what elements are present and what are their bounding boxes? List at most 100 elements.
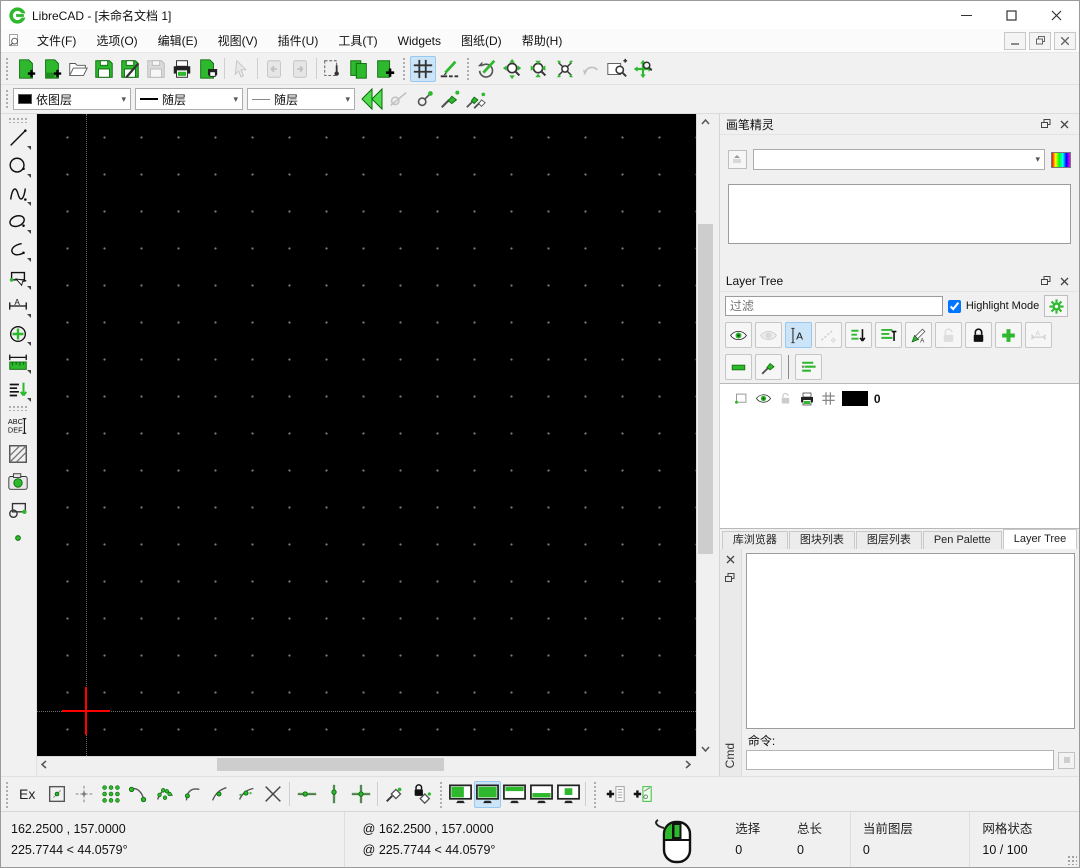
layer-color-swatch[interactable]: [842, 391, 868, 406]
select-tool-button[interactable]: [3, 264, 33, 292]
layer-filter-input[interactable]: [725, 296, 943, 316]
flat-list-mode-button[interactable]: [795, 354, 822, 380]
horizontal-scrollbar[interactable]: [37, 756, 696, 771]
toolbar-drag-handle[interactable]: [592, 780, 598, 807]
layer-name[interactable]: 0: [874, 392, 881, 406]
minimize-button[interactable]: [944, 1, 989, 29]
tab-pen-palette[interactable]: Pen Palette: [923, 531, 1002, 549]
new-from-template-button[interactable]: [39, 56, 65, 82]
layer-lock-icon[interactable]: [778, 391, 793, 406]
pen-wizard-spin-button[interactable]: [728, 150, 747, 169]
tab-layer-tree[interactable]: Layer Tree: [1003, 529, 1078, 549]
tab-layer-list[interactable]: 图层列表: [856, 531, 922, 549]
snap-grid-button[interactable]: [70, 781, 97, 808]
menu-tools[interactable]: 工具(T): [328, 30, 387, 52]
sort-layers-top-button[interactable]: [875, 322, 902, 348]
snap-endpoints-button[interactable]: [124, 781, 151, 808]
mdi-close-button[interactable]: [1054, 32, 1076, 50]
snap-middle-button[interactable]: [205, 781, 232, 808]
zoom-pan-button[interactable]: [630, 56, 656, 82]
resize-grip[interactable]: [1067, 855, 1077, 865]
edit-layer-button[interactable]: [755, 354, 782, 380]
menu-help[interactable]: 帮助(H): [512, 30, 573, 52]
print-button[interactable]: [169, 56, 195, 82]
toolbar-drag-handle[interactable]: [401, 56, 407, 81]
new-document-button[interactable]: [13, 56, 39, 82]
open-button[interactable]: [65, 56, 91, 82]
tab-library-browser[interactable]: 库浏览器: [722, 531, 788, 549]
line-tool-button[interactable]: [3, 124, 33, 152]
menu-view[interactable]: 视图(V): [208, 30, 268, 52]
polyline-tool-button[interactable]: [3, 236, 33, 264]
command-options-button[interactable]: [1058, 752, 1075, 769]
menu-options[interactable]: 选项(O): [86, 30, 147, 52]
back-button[interactable]: [359, 86, 385, 112]
point-tool-button[interactable]: [3, 524, 33, 552]
layer-visible-icon[interactable]: [755, 390, 772, 407]
block-tool-button[interactable]: [3, 496, 33, 524]
kill-all-actions-button[interactable]: [320, 56, 346, 82]
toolbar-drag-handle[interactable]: [4, 88, 10, 110]
remove-layer-button[interactable]: [725, 354, 752, 380]
lock-relative-zero-button[interactable]: [408, 781, 435, 808]
dimension-tool-button[interactable]: A: [3, 292, 33, 320]
layer-list[interactable]: 0: [720, 383, 1079, 529]
snap-center-button[interactable]: [178, 781, 205, 808]
zoom-window-button[interactable]: [604, 56, 630, 82]
toolbar-drag-handle[interactable]: [8, 117, 29, 123]
menu-file[interactable]: 文件(F): [27, 30, 86, 52]
mdi-restore-button[interactable]: [1029, 32, 1051, 50]
restrict-orthogonal-button[interactable]: [347, 781, 374, 808]
grid-toggle-button[interactable]: [410, 56, 436, 82]
float-panel-button[interactable]: [1037, 116, 1055, 132]
dock-right-button[interactable]: [474, 781, 501, 808]
command-input[interactable]: [746, 750, 1054, 770]
close-button[interactable]: [1034, 1, 1079, 29]
menu-widgets[interactable]: Widgets: [388, 30, 451, 52]
vertical-scrollbar[interactable]: [696, 114, 713, 756]
pen-wizard-list[interactable]: [728, 184, 1071, 244]
circle-tool-button[interactable]: [3, 152, 33, 180]
set-relative-zero-button[interactable]: [381, 781, 408, 808]
snap-intersection-button[interactable]: [259, 781, 286, 808]
redraw-button[interactable]: [474, 56, 500, 82]
color-picker-button[interactable]: [1051, 152, 1071, 168]
layer-construction-icon[interactable]: [821, 391, 836, 406]
menu-drawings[interactable]: 图纸(D): [451, 30, 512, 52]
toolbar-drag-handle[interactable]: [4, 56, 10, 81]
rename-layer-button[interactable]: A: [905, 322, 932, 348]
save-button[interactable]: [91, 56, 117, 82]
toolbar-drag-handle[interactable]: [465, 56, 471, 81]
copy-pen-to-multiple-button[interactable]: [463, 86, 489, 112]
close-panel-button[interactable]: [722, 552, 738, 567]
float-panel-button[interactable]: [722, 570, 738, 585]
scroll-down-arrow-icon[interactable]: [697, 741, 714, 756]
linetype-select[interactable]: 随层 ▾: [135, 88, 243, 110]
hatch-tool-button[interactable]: [3, 440, 33, 468]
layer-print-icon[interactable]: [799, 391, 815, 407]
layer-row[interactable]: 0: [720, 388, 1079, 409]
save-as-button[interactable]: [117, 56, 143, 82]
pen-wizard-combobox[interactable]: ▾: [753, 149, 1045, 170]
copy-button[interactable]: [346, 56, 372, 82]
snap-on-entity-button[interactable]: [151, 781, 178, 808]
toolbar-drag-handle[interactable]: [8, 405, 29, 411]
order-tool-button[interactable]: [3, 376, 33, 404]
pen-visibility-toggle-button[interactable]: A: [785, 322, 812, 348]
dock-floating-button[interactable]: [555, 781, 582, 808]
vertical-scrollbar-thumb[interactable]: [698, 224, 713, 554]
paste-button[interactable]: [372, 56, 398, 82]
text-tool-button[interactable]: ABCDEF: [3, 412, 33, 440]
measure-tool-button[interactable]: [3, 348, 33, 376]
snap-free-button[interactable]: [43, 781, 70, 808]
spline-tool-button[interactable]: [3, 180, 33, 208]
lock-layer-button[interactable]: [965, 322, 992, 348]
snap-distance-button[interactable]: [232, 781, 259, 808]
print-preview-button[interactable]: [195, 56, 221, 82]
zoom-auto-button[interactable]: [552, 56, 578, 82]
close-panel-button[interactable]: [1055, 273, 1073, 289]
toolbar-drag-handle[interactable]: [4, 780, 10, 807]
close-panel-button[interactable]: [1055, 116, 1073, 132]
image-tool-button[interactable]: [3, 468, 33, 496]
add-pen-palette-widget-button[interactable]: [628, 781, 655, 808]
